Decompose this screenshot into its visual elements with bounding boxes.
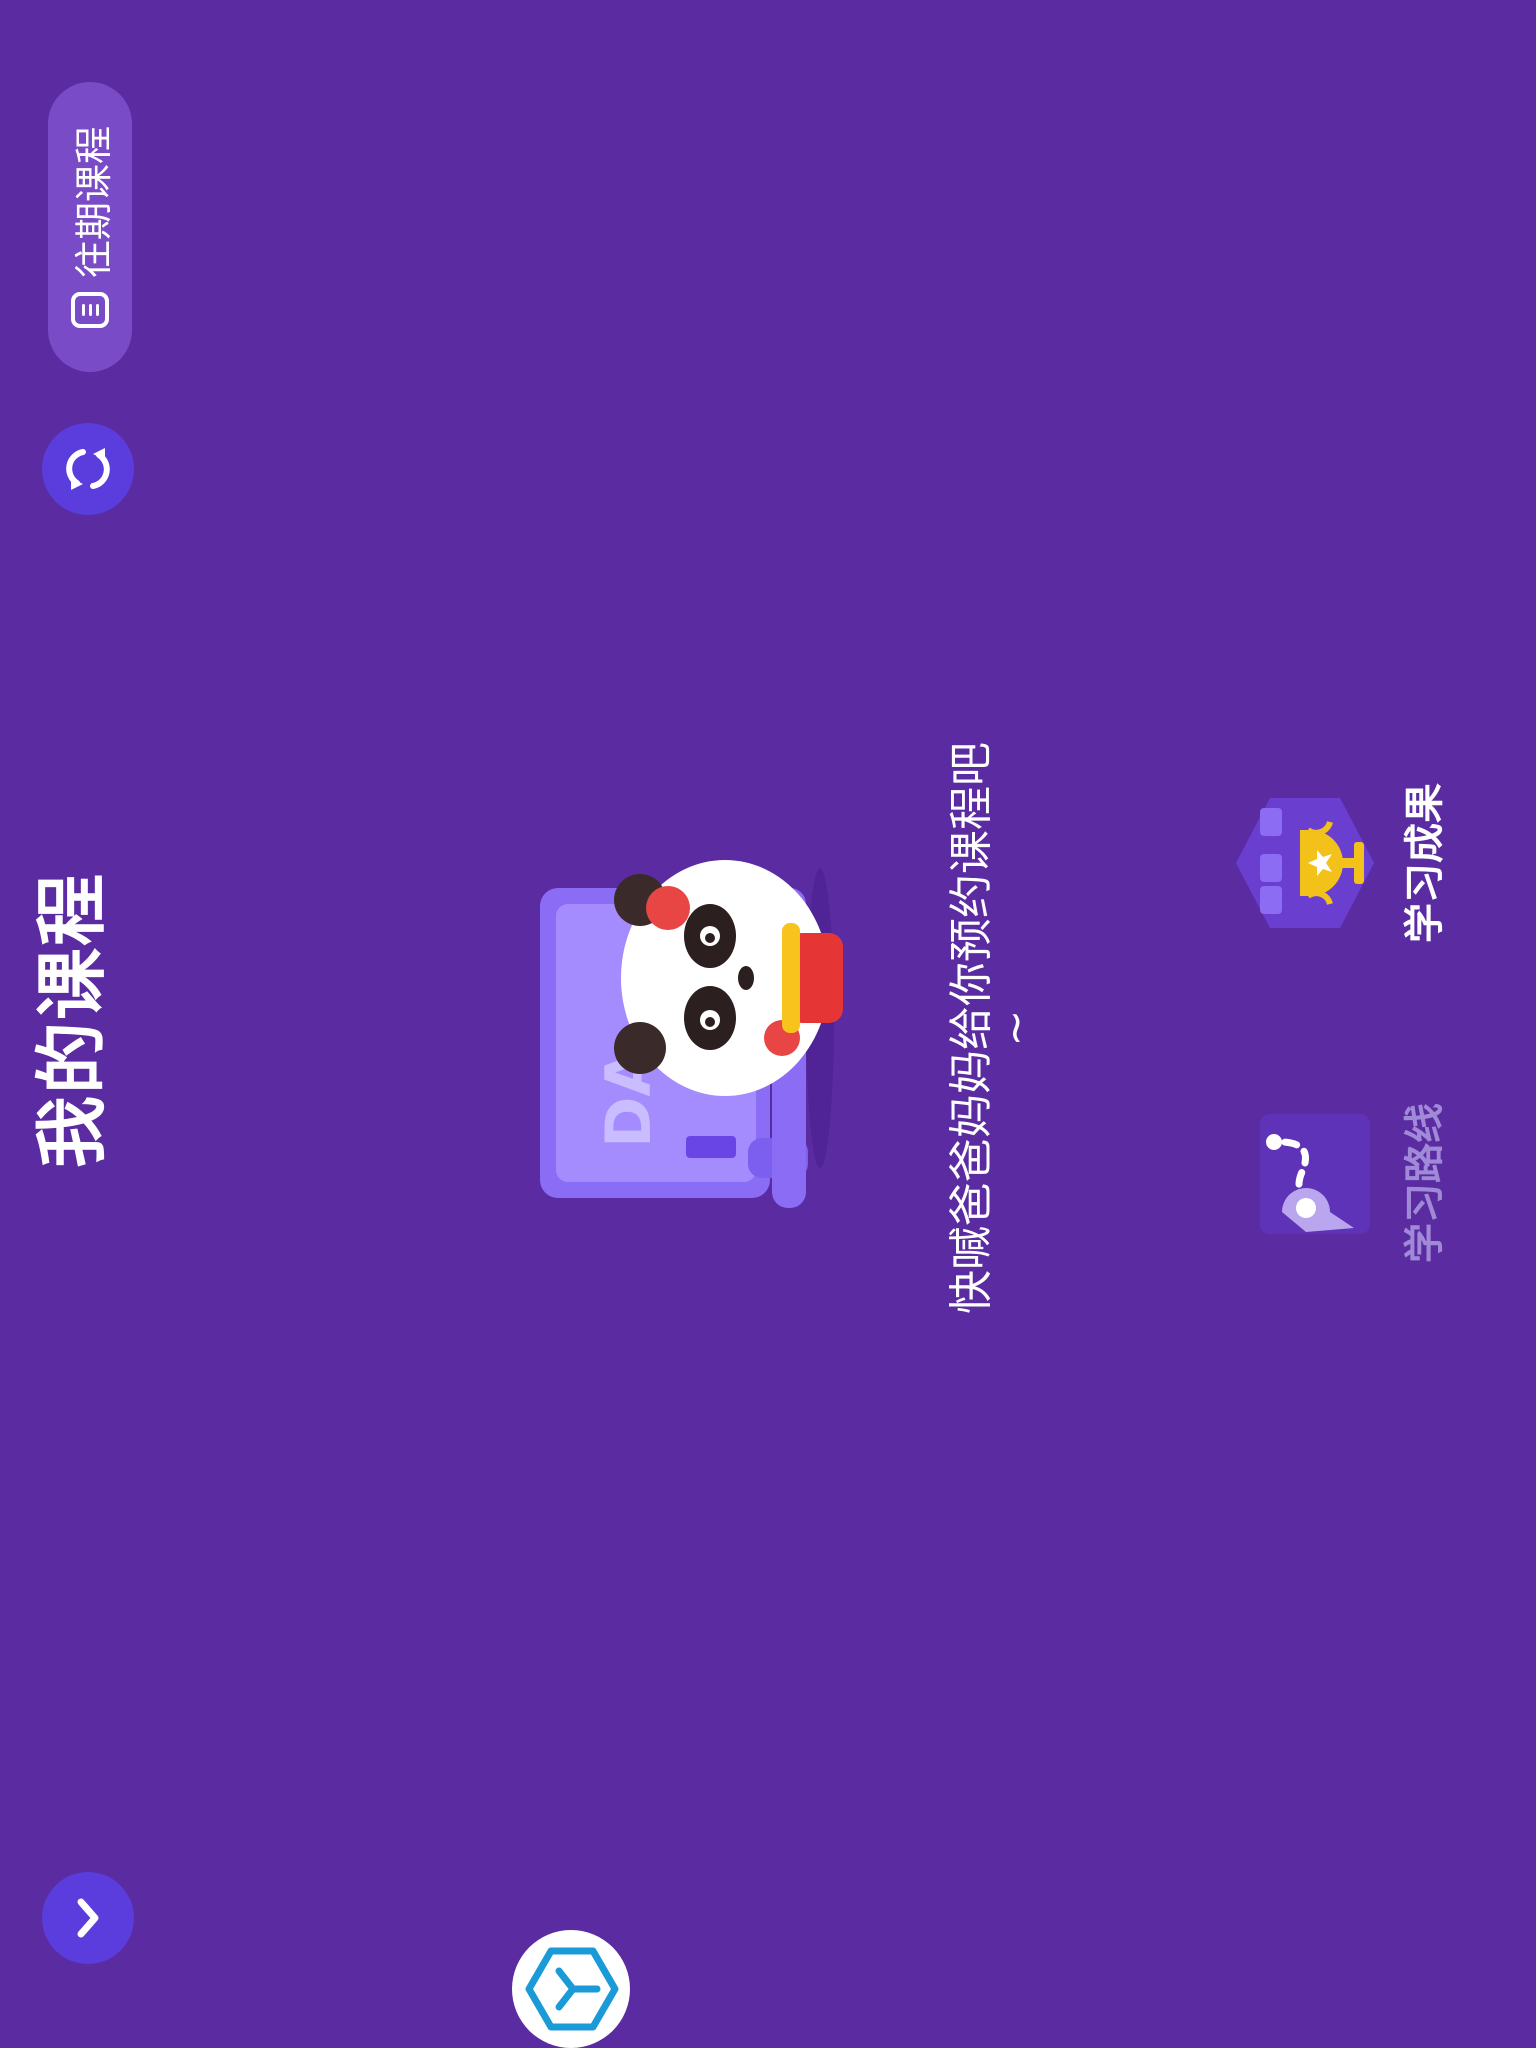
page-title: 我的课程: [30, 871, 114, 1168]
trophy-icon: [1236, 798, 1374, 928]
panda-presenter-illustration: DA: [520, 808, 860, 1268]
past-courses-button[interactable]: 往期课程: [48, 82, 132, 372]
refresh-icon: [66, 448, 110, 490]
collapse-button[interactable]: [42, 1872, 134, 1964]
chevron-down-icon: [77, 1898, 99, 1938]
route-map-icon: [1260, 1114, 1370, 1234]
hex-logo-button[interactable]: [512, 1930, 630, 2048]
list-icon: [71, 292, 109, 329]
screen-stage: 我的课程 往期课程 DA 快喊爸爸妈妈给你预约课程吧~ 学习成果 学习路线: [0, 0, 1536, 2048]
past-courses-label: 往期课程: [71, 126, 116, 279]
hexagon-logo-icon: [525, 1947, 619, 2031]
learning-results-card[interactable]: 学习成果: [1230, 778, 1450, 948]
learning-route-card[interactable]: 学习路线: [1230, 1098, 1450, 1268]
empty-courses-message: 快喊爸爸妈妈给你预约课程吧~: [946, 742, 1041, 1314]
learning-results-label: 学习成果: [1402, 783, 1448, 943]
refresh-button[interactable]: [42, 423, 134, 515]
learning-route-label: 学习路线: [1402, 1103, 1448, 1263]
